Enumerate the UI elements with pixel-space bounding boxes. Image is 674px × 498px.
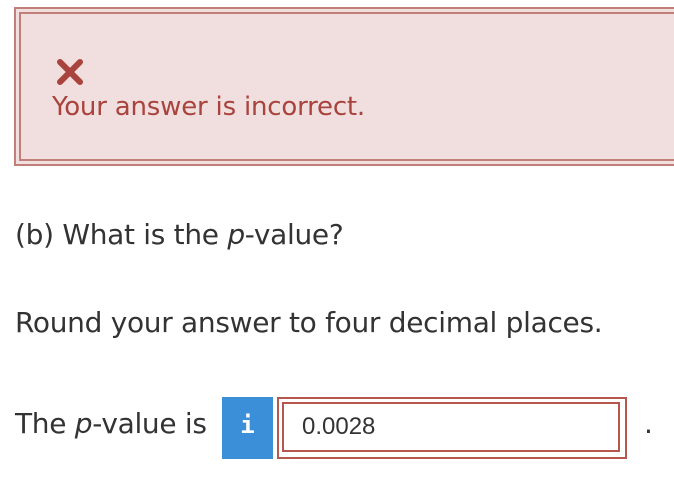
feedback-alert-inner-border: [19, 12, 674, 161]
answer-field-border: [277, 397, 627, 459]
x-mark-icon: [57, 59, 83, 85]
answer-label-prefix: The: [15, 407, 75, 440]
p-value-input[interactable]: [282, 402, 620, 452]
question-prefix: (b) What is the: [15, 218, 228, 251]
feedback-message: Your answer is incorrect.: [52, 92, 365, 122]
info-button[interactable]: i: [222, 397, 273, 459]
trailing-period: .: [644, 407, 653, 440]
info-icon: i: [240, 411, 255, 439]
answer-label-suffix: -value is: [92, 407, 207, 440]
question-suffix: -value?: [244, 218, 344, 251]
rounding-instruction: Round your answer to four decimal places…: [15, 306, 603, 339]
answer-row: The p-value is i .: [15, 397, 674, 459]
answer-label-variable: p: [74, 407, 93, 440]
question-page: Your answer is incorrect. (b) What is th…: [0, 0, 674, 498]
question-prompt: (b) What is the p-value?: [15, 218, 344, 251]
question-variable: p: [227, 218, 245, 251]
feedback-alert: Your answer is incorrect.: [14, 7, 674, 166]
answer-label: The p-value is: [15, 407, 207, 440]
